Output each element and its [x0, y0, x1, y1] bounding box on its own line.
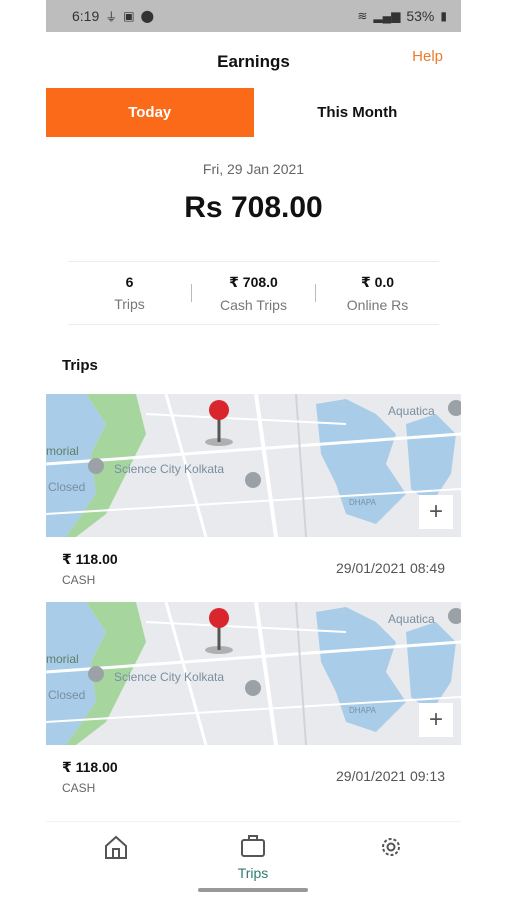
app-screen: 6:19 ⏚ ▣ ⬤ ≋ ▂▄▆ 53% ▮ Earnings Help Tod… — [46, 0, 461, 900]
battery-icon: ▮ — [440, 9, 447, 23]
wifi-icon: ≋ — [357, 9, 368, 23]
trip-info: ₹ 118.00 CASH 29/01/2021 08:49 — [46, 537, 461, 602]
map-label-place: morial — [46, 444, 79, 458]
stat-trips: 6 Trips — [68, 274, 191, 312]
stat-trips-label: Trips — [114, 296, 145, 312]
help-link[interactable]: Help — [412, 48, 443, 65]
stat-cash-value: ₹ 708.0 — [229, 273, 278, 290]
status-time: 6:19 — [72, 8, 100, 24]
trip-datetime: 29/01/2021 09:13 — [336, 768, 445, 784]
stat-online-value: ₹ 0.0 — [360, 273, 395, 290]
trip-map[interactable]: Science City Kolkata Aquatica morial Clo… — [46, 394, 461, 537]
zoom-in-button[interactable]: + — [419, 703, 453, 737]
map-label-place: DHAPA — [349, 498, 376, 507]
map-label-place: morial — [46, 652, 79, 666]
trip-info: ₹ 118.00 CASH 29/01/2021 09:13 — [46, 745, 461, 810]
trip-list: Science City Kolkata Aquatica morial Clo… — [46, 394, 461, 810]
nav-trips-label: Trips — [237, 865, 269, 881]
image-icon: ▣ — [123, 9, 135, 23]
map-label-place: Closed — [48, 480, 86, 494]
tab-today[interactable]: Today — [46, 88, 254, 137]
stat-online: ₹ 0.0 Online Rs — [316, 274, 439, 313]
app-header: Earnings Help — [46, 32, 461, 88]
map-label-place: Aquatica — [388, 404, 435, 418]
tab-this-month[interactable]: This Month — [253, 88, 461, 137]
trip-amount: ₹ 118.00 — [62, 759, 118, 775]
nav-home[interactable] — [76, 834, 156, 865]
bottom-navigation: Trips — [46, 821, 461, 900]
status-bar: 6:19 ⏚ ▣ ⬤ ≋ ▂▄▆ 53% ▮ — [46, 0, 461, 32]
trip-card[interactable]: Science City Kolkata Aquatica morial Clo… — [46, 394, 461, 602]
map-label-place: Aquatica — [388, 612, 435, 626]
map-label-place: Closed — [48, 688, 86, 702]
nav-trips[interactable]: Trips — [213, 834, 293, 881]
battery-percent: 53% — [406, 8, 435, 24]
usb-icon: ⏚ — [105, 9, 118, 24]
total-earnings: Rs 708.00 — [184, 191, 323, 224]
trip-map[interactable]: Science City Kolkata Aquatica morial Clo… — [46, 602, 461, 745]
stat-cash-label: Cash Trips — [220, 296, 287, 313]
gear-icon — [382, 838, 400, 856]
stat-cash: ₹ 708.0 Cash Trips — [192, 274, 315, 313]
zoom-in-button[interactable]: + — [419, 495, 453, 529]
stat-online-label: Online Rs — [346, 296, 409, 313]
map-label-place: Science City Kolkata — [114, 462, 225, 476]
gesture-bar — [198, 888, 308, 892]
briefcase-icon — [241, 835, 265, 857]
trip-card[interactable]: Science City Kolkata Aquatica morial Clo… — [46, 602, 461, 810]
trip-datetime: 29/01/2021 08:49 — [336, 560, 445, 576]
page-title: Earnings — [217, 52, 290, 71]
trip-payment-mode: CASH — [62, 781, 96, 795]
trips-section-title: Trips — [62, 357, 98, 374]
signal-icon: ▂▄▆ — [373, 9, 401, 23]
home-icon — [105, 835, 127, 859]
map-label-place: DHAPA — [349, 706, 376, 715]
location-icon: ⬤ — [140, 9, 155, 23]
stats-bar: 6 Trips ₹ 708.0 Cash Trips ₹ 0.0 Online … — [68, 261, 439, 325]
summary-date: Fri, 29 Jan 2021 — [202, 161, 305, 177]
map-label-place: Science City Kolkata — [114, 670, 225, 684]
period-tabs: Today This Month — [46, 88, 461, 137]
trip-payment-mode: CASH — [62, 573, 96, 587]
nav-settings[interactable] — [351, 834, 431, 865]
trip-amount: ₹ 118.00 — [62, 551, 118, 567]
stat-trips-value: 6 — [125, 274, 134, 290]
